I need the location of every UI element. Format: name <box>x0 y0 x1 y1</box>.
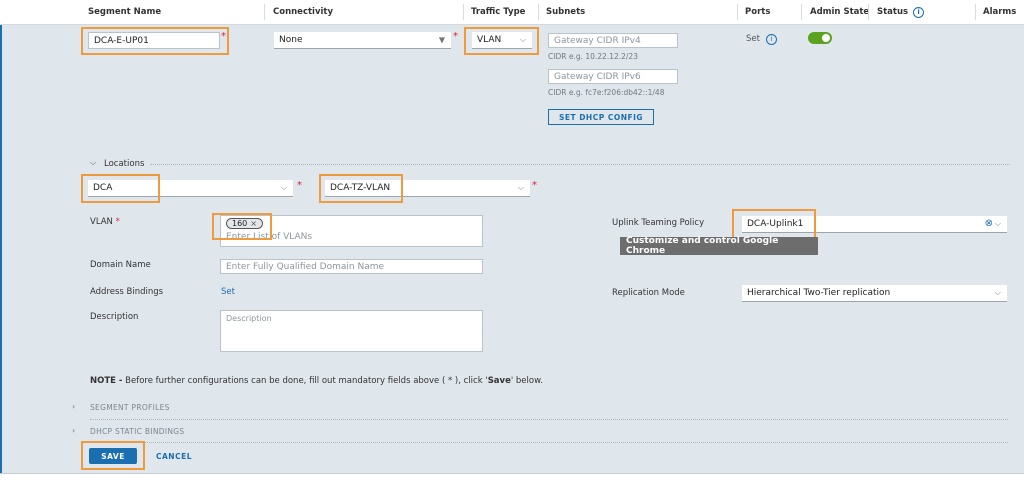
browser-tooltip: Customize and control Google Chrome <box>620 236 818 256</box>
note-suffix: ' below. <box>510 376 543 386</box>
description-label: Description <box>90 312 139 322</box>
replication-mode-value: Hierarchical Two-Tier replication <box>747 288 891 298</box>
gateway-ipv6-placeholder: Gateway CIDR IPv6 <box>554 71 641 82</box>
admin-state-toggle[interactable] <box>808 32 832 44</box>
col-divider <box>868 4 869 20</box>
domain-name-placeholder: Enter Fully Qualified Domain Name <box>226 261 385 272</box>
section-divider <box>90 419 1008 420</box>
row-selection-bar <box>0 25 2 473</box>
info-icon[interactable]: i <box>913 7 925 18</box>
required-marker: * <box>453 31 458 42</box>
col-divider <box>264 4 265 20</box>
note-text: Before further configurations can be don… <box>122 376 488 386</box>
chevron-down-icon[interactable]: ⌵ <box>90 158 96 168</box>
highlight-box <box>319 174 403 203</box>
chevron-down-icon: ⌵ <box>994 288 1001 297</box>
highlight-box <box>81 174 160 203</box>
gateway-ipv4-placeholder: Gateway CIDR IPv4 <box>554 35 641 46</box>
vlan-label: VLAN * <box>90 217 120 227</box>
address-bindings-set-link[interactable]: Set <box>221 287 235 297</box>
clear-icon[interactable]: ⊗ <box>985 218 993 229</box>
description-placeholder: Description <box>226 314 272 323</box>
replication-mode-label: Replication Mode <box>612 288 685 298</box>
col-divider <box>975 4 976 20</box>
section-divider <box>150 164 1010 165</box>
col-status[interactable]: Status i <box>877 7 925 18</box>
connectivity-select[interactable]: None ▼ <box>274 32 451 49</box>
cancel-button[interactable]: CANCEL <box>156 452 192 461</box>
section-divider <box>90 442 1008 443</box>
mandatory-note: NOTE - Before further configurations can… <box>90 376 543 386</box>
col-connectivity[interactable]: Connectivity <box>273 7 333 17</box>
ipv6-hint: CIDR e.g. fc7e:f206:db42::1/48 <box>548 88 665 97</box>
ports-cell: Set i <box>746 34 777 45</box>
chevron-down-icon: ⌵ <box>280 183 287 192</box>
chevron-down-icon: ⌵ <box>517 183 524 192</box>
required-marker: * <box>532 180 537 191</box>
highlight-box <box>81 27 229 55</box>
chevron-down-icon: ⌵ <box>994 219 1001 228</box>
gateway-ipv6-input[interactable]: Gateway CIDR IPv6 <box>548 69 678 84</box>
note-save-word: Save <box>487 376 511 386</box>
gateway-ipv4-input[interactable]: Gateway CIDR IPv4 <box>548 33 678 48</box>
vlan-label-text: VLAN <box>90 217 113 227</box>
highlight-box <box>81 441 145 470</box>
highlight-box <box>464 27 539 55</box>
col-subnets[interactable]: Subnets <box>546 7 585 17</box>
required-marker: * <box>115 217 120 227</box>
dhcp-static-bindings-section[interactable]: DHCP STATIC BINDINGS <box>90 427 184 436</box>
col-divider <box>801 4 802 20</box>
col-admin-state[interactable]: Admin State <box>810 7 869 17</box>
chevron-right-icon[interactable]: › <box>72 402 75 411</box>
ports-set-link[interactable]: Set <box>746 34 760 44</box>
col-traffic-type[interactable]: Traffic Type <box>471 7 525 17</box>
note-prefix: NOTE - <box>90 376 123 386</box>
info-icon[interactable]: i <box>765 34 777 45</box>
description-textarea[interactable]: Description <box>220 310 483 352</box>
chevron-right-icon[interactable]: › <box>72 426 75 435</box>
domain-name-label: Domain Name <box>90 260 151 270</box>
ipv4-hint: CIDR e.g. 10.22.12.2/23 <box>548 52 638 61</box>
col-ports[interactable]: Ports <box>745 7 770 17</box>
highlight-box <box>732 209 816 239</box>
connectivity-value: None <box>279 35 303 45</box>
locations-title: Locations <box>104 159 145 169</box>
segment-profiles-section[interactable]: SEGMENT PROFILES <box>90 403 170 412</box>
col-alarms[interactable]: Alarms <box>983 7 1016 17</box>
caret-down-icon: ▼ <box>438 35 445 45</box>
col-status-label: Status <box>877 7 909 17</box>
toggle-knob <box>822 34 830 42</box>
domain-name-input[interactable]: Enter Fully Qualified Domain Name <box>220 259 483 274</box>
col-divider <box>737 4 738 20</box>
highlight-box <box>212 213 272 240</box>
table-header: Segment Name Connectivity Traffic Type S… <box>0 0 1024 25</box>
address-bindings-label: Address Bindings <box>90 287 164 297</box>
required-marker: * <box>297 180 302 191</box>
col-segment-name[interactable]: Segment Name <box>88 7 161 17</box>
uplink-teaming-label: Uplink Teaming Policy <box>612 218 705 228</box>
col-divider <box>463 4 464 20</box>
col-divider <box>538 4 539 20</box>
replication-mode-select[interactable]: Hierarchical Two-Tier replication ⌵ <box>742 285 1007 302</box>
set-dhcp-config-button[interactable]: SET DHCP CONFIG <box>548 109 654 125</box>
